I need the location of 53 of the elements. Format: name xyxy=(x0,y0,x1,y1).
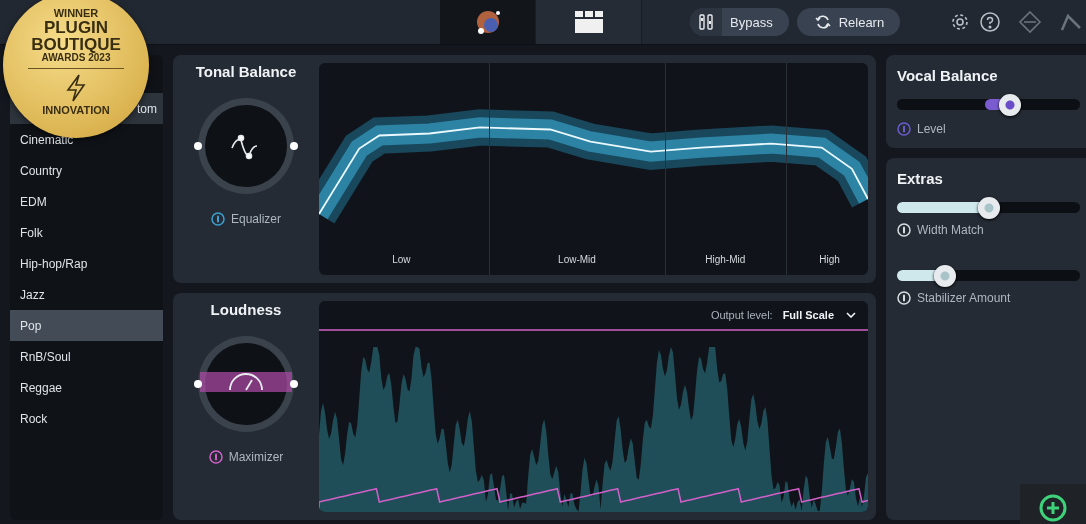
help-icon[interactable] xyxy=(980,12,1001,32)
panel-title: Vocal Balance xyxy=(897,67,999,84)
output-level-dropdown[interactable]: Full Scale xyxy=(782,308,856,321)
badge-text: BOUTIQUE xyxy=(31,36,121,53)
genre-item[interactable]: RnB/Soul xyxy=(20,349,71,364)
panel-title: Extras xyxy=(897,170,944,187)
relearn-button[interactable]: Relearn xyxy=(796,8,901,36)
settings-icon[interactable] xyxy=(950,12,971,32)
slider-label: Width Match xyxy=(917,223,984,237)
slider-label: Level xyxy=(917,122,946,136)
chevron-down-icon xyxy=(846,311,856,318)
toolbar-tab[interactable] xyxy=(536,0,642,44)
wave-logo-icon[interactable] xyxy=(1060,12,1083,32)
panel-title: Tonal Balance xyxy=(195,63,297,80)
slider[interactable] xyxy=(897,265,1080,287)
panel-title: Loudness xyxy=(210,300,282,318)
genre-item[interactable]: Hip-hop/Rap xyxy=(20,256,88,271)
slider-thumb[interactable] xyxy=(999,94,1022,116)
badge-text: INNOVATION xyxy=(42,105,110,116)
genre-item[interactable]: Folk xyxy=(20,225,43,240)
plus-icon xyxy=(1039,494,1067,522)
badge-text: PLUGIN xyxy=(43,19,109,36)
slider-label: Stabilizer Amount xyxy=(917,291,1011,305)
genre-item[interactable]: EDM xyxy=(20,194,47,209)
band-label: Low-Mid xyxy=(558,253,596,265)
module-label: Equalizer xyxy=(231,212,281,226)
band-label: Low xyxy=(392,253,411,265)
badge-text: AWARDS 2023 xyxy=(41,53,111,63)
slider-thumb[interactable] xyxy=(933,265,956,287)
slider[interactable] xyxy=(897,94,1080,116)
genre-item[interactable]: Pop xyxy=(10,310,163,341)
power-icon[interactable] xyxy=(208,449,223,464)
add-button[interactable] xyxy=(1020,484,1086,524)
slider-thumb[interactable] xyxy=(977,197,1000,219)
genre-item[interactable]: Rock xyxy=(20,411,48,426)
diamond-logo-icon[interactable] xyxy=(1018,10,1043,34)
genre-item[interactable]: tom xyxy=(137,101,157,116)
genre-item[interactable]: Reggae xyxy=(20,380,63,395)
slider[interactable] xyxy=(897,197,1080,219)
refresh-icon xyxy=(814,14,831,30)
bypass-button[interactable]: Bypass xyxy=(690,8,789,36)
lightning-icon xyxy=(65,74,87,102)
module-label: Maximizer xyxy=(228,449,284,464)
grid-icon xyxy=(574,11,603,33)
output-level-label: Output level: xyxy=(710,308,773,321)
genre-item[interactable]: Jazz xyxy=(20,287,45,302)
genre-item[interactable]: Country xyxy=(20,163,63,178)
bypass-icon xyxy=(698,14,714,30)
genre-item[interactable]: Cinematic xyxy=(20,132,74,147)
power-icon[interactable] xyxy=(211,212,225,226)
band-label: High xyxy=(819,253,840,265)
band-label: High-Mid xyxy=(705,253,746,265)
badge-text: WINNER xyxy=(53,8,99,19)
